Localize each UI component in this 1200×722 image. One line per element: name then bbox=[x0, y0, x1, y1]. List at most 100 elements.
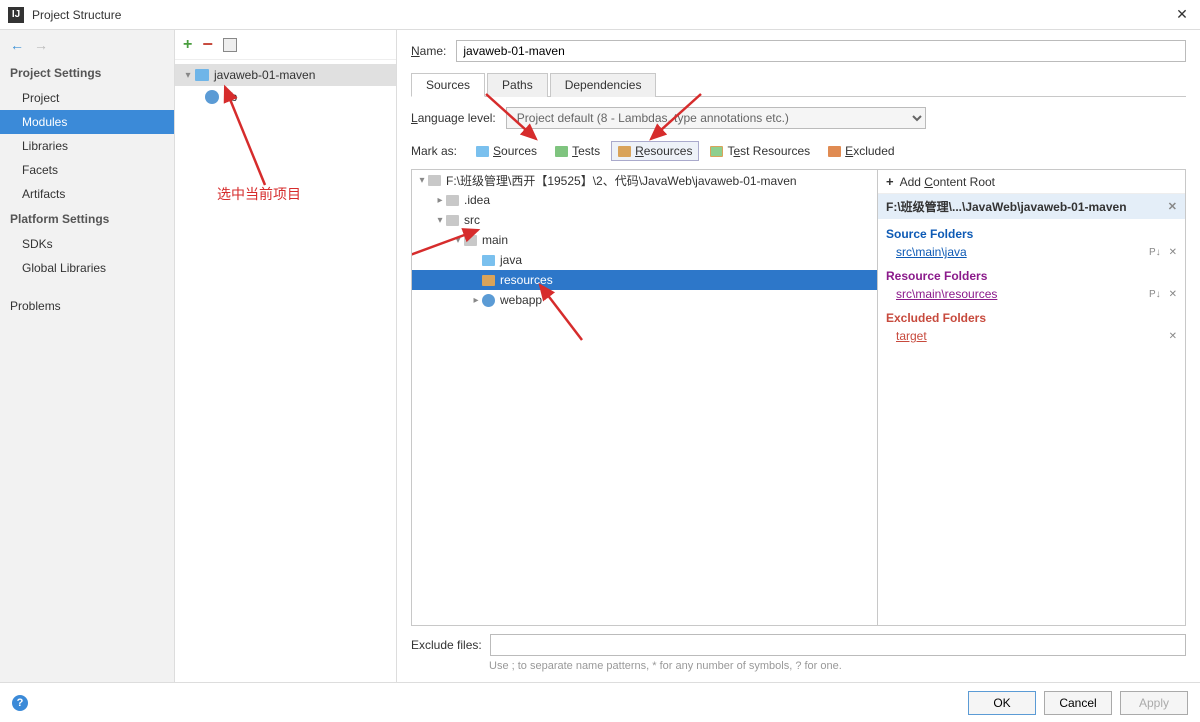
exclude-hint: Use ; to separate name patterns, * for a… bbox=[411, 660, 1186, 672]
webapp-label: webapp bbox=[500, 293, 542, 307]
properties-icon[interactable]: P↓ bbox=[1149, 289, 1161, 300]
resource-folder-path[interactable]: src\main\resources bbox=[896, 287, 997, 301]
remove-root-icon[interactable]: ✕ bbox=[1168, 200, 1177, 213]
chevron-down-icon[interactable]: ▾ bbox=[434, 215, 446, 226]
remove-icon[interactable]: ✕ bbox=[1169, 289, 1177, 300]
chevron-down-icon[interactable]: ▾ bbox=[181, 70, 195, 81]
folder-icon bbox=[464, 235, 477, 246]
module-tree-root[interactable]: ▾ javaweb-01-maven bbox=[175, 64, 396, 86]
content-root-row[interactable]: F:\班级管理\...\JavaWeb\javaweb-01-maven ✕ bbox=[878, 194, 1185, 219]
tree-root-row[interactable]: ▾ F:\班级管理\西开【19525】\2、代码\JavaWeb\javaweb… bbox=[412, 170, 877, 190]
apply-button[interactable]: Apply bbox=[1120, 691, 1188, 715]
close-icon[interactable]: ✕ bbox=[1172, 6, 1192, 23]
chevron-down-icon[interactable]: ▾ bbox=[452, 235, 464, 246]
mark-tests-button[interactable]: Tests bbox=[548, 141, 607, 161]
sidebar-item-facets[interactable]: Facets bbox=[0, 158, 174, 182]
tab-sources[interactable]: Sources bbox=[411, 73, 485, 97]
web-folder-icon bbox=[482, 294, 495, 307]
titlebar: IJ Project Structure ✕ bbox=[0, 0, 1200, 30]
settings-sidebar: ← → Project Settings Project Modules Lib… bbox=[0, 30, 175, 682]
web-icon bbox=[205, 90, 219, 104]
cancel-button[interactable]: Cancel bbox=[1044, 691, 1112, 715]
idea-label: .idea bbox=[464, 193, 490, 207]
sidebar-item-project[interactable]: Project bbox=[0, 86, 174, 110]
src-label: src bbox=[464, 213, 480, 227]
sidebar-item-problems[interactable]: Problems bbox=[0, 294, 174, 318]
exclude-files-input[interactable] bbox=[490, 634, 1186, 656]
tab-paths[interactable]: Paths bbox=[487, 73, 548, 97]
name-label: Name: bbox=[411, 44, 446, 58]
folder-icon bbox=[195, 69, 209, 81]
nav-forward-icon: → bbox=[34, 37, 48, 53]
excluded-folder-icon bbox=[828, 146, 841, 157]
content-roots-panel: + Add Content Root F:\班级管理\...\JavaWeb\j… bbox=[878, 169, 1186, 626]
annotation-select-project: 选中当前项目 bbox=[217, 184, 301, 204]
remove-icon[interactable]: ✕ bbox=[1169, 331, 1177, 342]
content-root-path: F:\班级管理\...\JavaWeb\javaweb-01-maven bbox=[886, 198, 1127, 215]
mark-excluded-button[interactable]: Excluded bbox=[821, 141, 901, 161]
module-name-input[interactable] bbox=[456, 40, 1186, 62]
mark-as-label: Mark as: bbox=[411, 144, 457, 158]
section-platform-settings: Platform Settings bbox=[0, 206, 174, 232]
folder-icon bbox=[446, 215, 459, 226]
tree-webapp-row[interactable]: ▸ webapp bbox=[412, 290, 877, 310]
module-child-label: eb bbox=[224, 90, 237, 104]
java-label: java bbox=[500, 253, 522, 267]
tree-idea-row[interactable]: ▸ .idea bbox=[412, 190, 877, 210]
sidebar-item-modules[interactable]: Modules bbox=[0, 110, 174, 134]
copy-module-icon[interactable] bbox=[223, 38, 237, 52]
language-level-label: Language level: bbox=[411, 111, 496, 125]
folder-icon bbox=[446, 195, 459, 206]
tree-java-row[interactable]: java bbox=[412, 250, 877, 270]
chevron-right-icon[interactable]: ▸ bbox=[434, 195, 446, 206]
section-project-settings: Project Settings bbox=[0, 60, 174, 86]
test-resources-folder-icon bbox=[710, 146, 723, 157]
dialog-footer: ? OK Cancel Apply bbox=[0, 682, 1200, 722]
tab-dependencies[interactable]: Dependencies bbox=[550, 73, 657, 97]
module-tabs: Sources Paths Dependencies bbox=[411, 72, 1186, 97]
tree-resources-row[interactable]: resources bbox=[412, 270, 877, 290]
chevron-right-icon[interactable]: ▸ bbox=[470, 295, 482, 306]
remove-module-icon[interactable]: − bbox=[202, 34, 213, 55]
help-icon[interactable]: ? bbox=[12, 695, 28, 711]
resource-folders-header: Resource Folders bbox=[886, 269, 1177, 283]
sidebar-item-artifacts[interactable]: Artifacts bbox=[0, 182, 174, 206]
excluded-folders-header: Excluded Folders bbox=[886, 311, 1177, 325]
mark-test-resources-button[interactable]: Test Resources bbox=[703, 141, 817, 161]
tree-src-row[interactable]: ▾ src bbox=[412, 210, 877, 230]
exclude-files-label: Exclude files: bbox=[411, 638, 482, 652]
properties-icon[interactable]: P↓ bbox=[1149, 247, 1161, 258]
resources-folder-icon bbox=[482, 275, 495, 286]
source-folder-path[interactable]: src\main\java bbox=[896, 245, 967, 259]
sidebar-item-global-libraries[interactable]: Global Libraries bbox=[0, 256, 174, 280]
plus-icon[interactable]: + bbox=[886, 174, 894, 189]
source-folders-tree[interactable]: ▾ F:\班级管理\西开【19525】\2、代码\JavaWeb\javaweb… bbox=[411, 169, 878, 626]
mark-sources-button[interactable]: Sources bbox=[469, 141, 544, 161]
sources-folder-icon bbox=[476, 146, 489, 157]
language-level-select[interactable]: Project default (8 - Lambdas, type annot… bbox=[506, 107, 926, 129]
nav-back-icon[interactable]: ← bbox=[10, 37, 24, 53]
add-content-root-label[interactable]: Add Content Root bbox=[900, 175, 995, 189]
module-tree-child[interactable]: eb bbox=[175, 86, 396, 108]
sidebar-item-sdks[interactable]: SDKs bbox=[0, 232, 174, 256]
ok-button[interactable]: OK bbox=[968, 691, 1036, 715]
sources-folder-icon bbox=[482, 255, 495, 266]
resources-folder-icon bbox=[618, 146, 631, 157]
window-title: Project Structure bbox=[32, 8, 1172, 22]
app-icon: IJ bbox=[8, 7, 24, 23]
tests-folder-icon bbox=[555, 146, 568, 157]
resources-label: resources bbox=[500, 273, 553, 287]
chevron-down-icon[interactable]: ▾ bbox=[416, 175, 428, 186]
root-path-label: F:\班级管理\西开【19525】\2、代码\JavaWeb\javaweb-0… bbox=[446, 172, 797, 189]
module-root-label: javaweb-01-maven bbox=[214, 68, 315, 82]
main-label: main bbox=[482, 233, 508, 247]
excluded-folder-path[interactable]: target bbox=[896, 329, 927, 343]
module-tree-panel: + − ▾ javaweb-01-maven eb 选中当前项目 bbox=[175, 30, 397, 682]
mark-resources-button[interactable]: Resources bbox=[611, 141, 699, 161]
sidebar-item-libraries[interactable]: Libraries bbox=[0, 134, 174, 158]
mark-as-row: Mark as: Sources Tests Resources Test Re… bbox=[411, 141, 1186, 161]
tree-main-row[interactable]: ▾ main bbox=[412, 230, 877, 250]
remove-icon[interactable]: ✕ bbox=[1169, 247, 1177, 258]
add-module-icon[interactable]: + bbox=[183, 36, 192, 54]
source-folders-header: Source Folders bbox=[886, 227, 1177, 241]
